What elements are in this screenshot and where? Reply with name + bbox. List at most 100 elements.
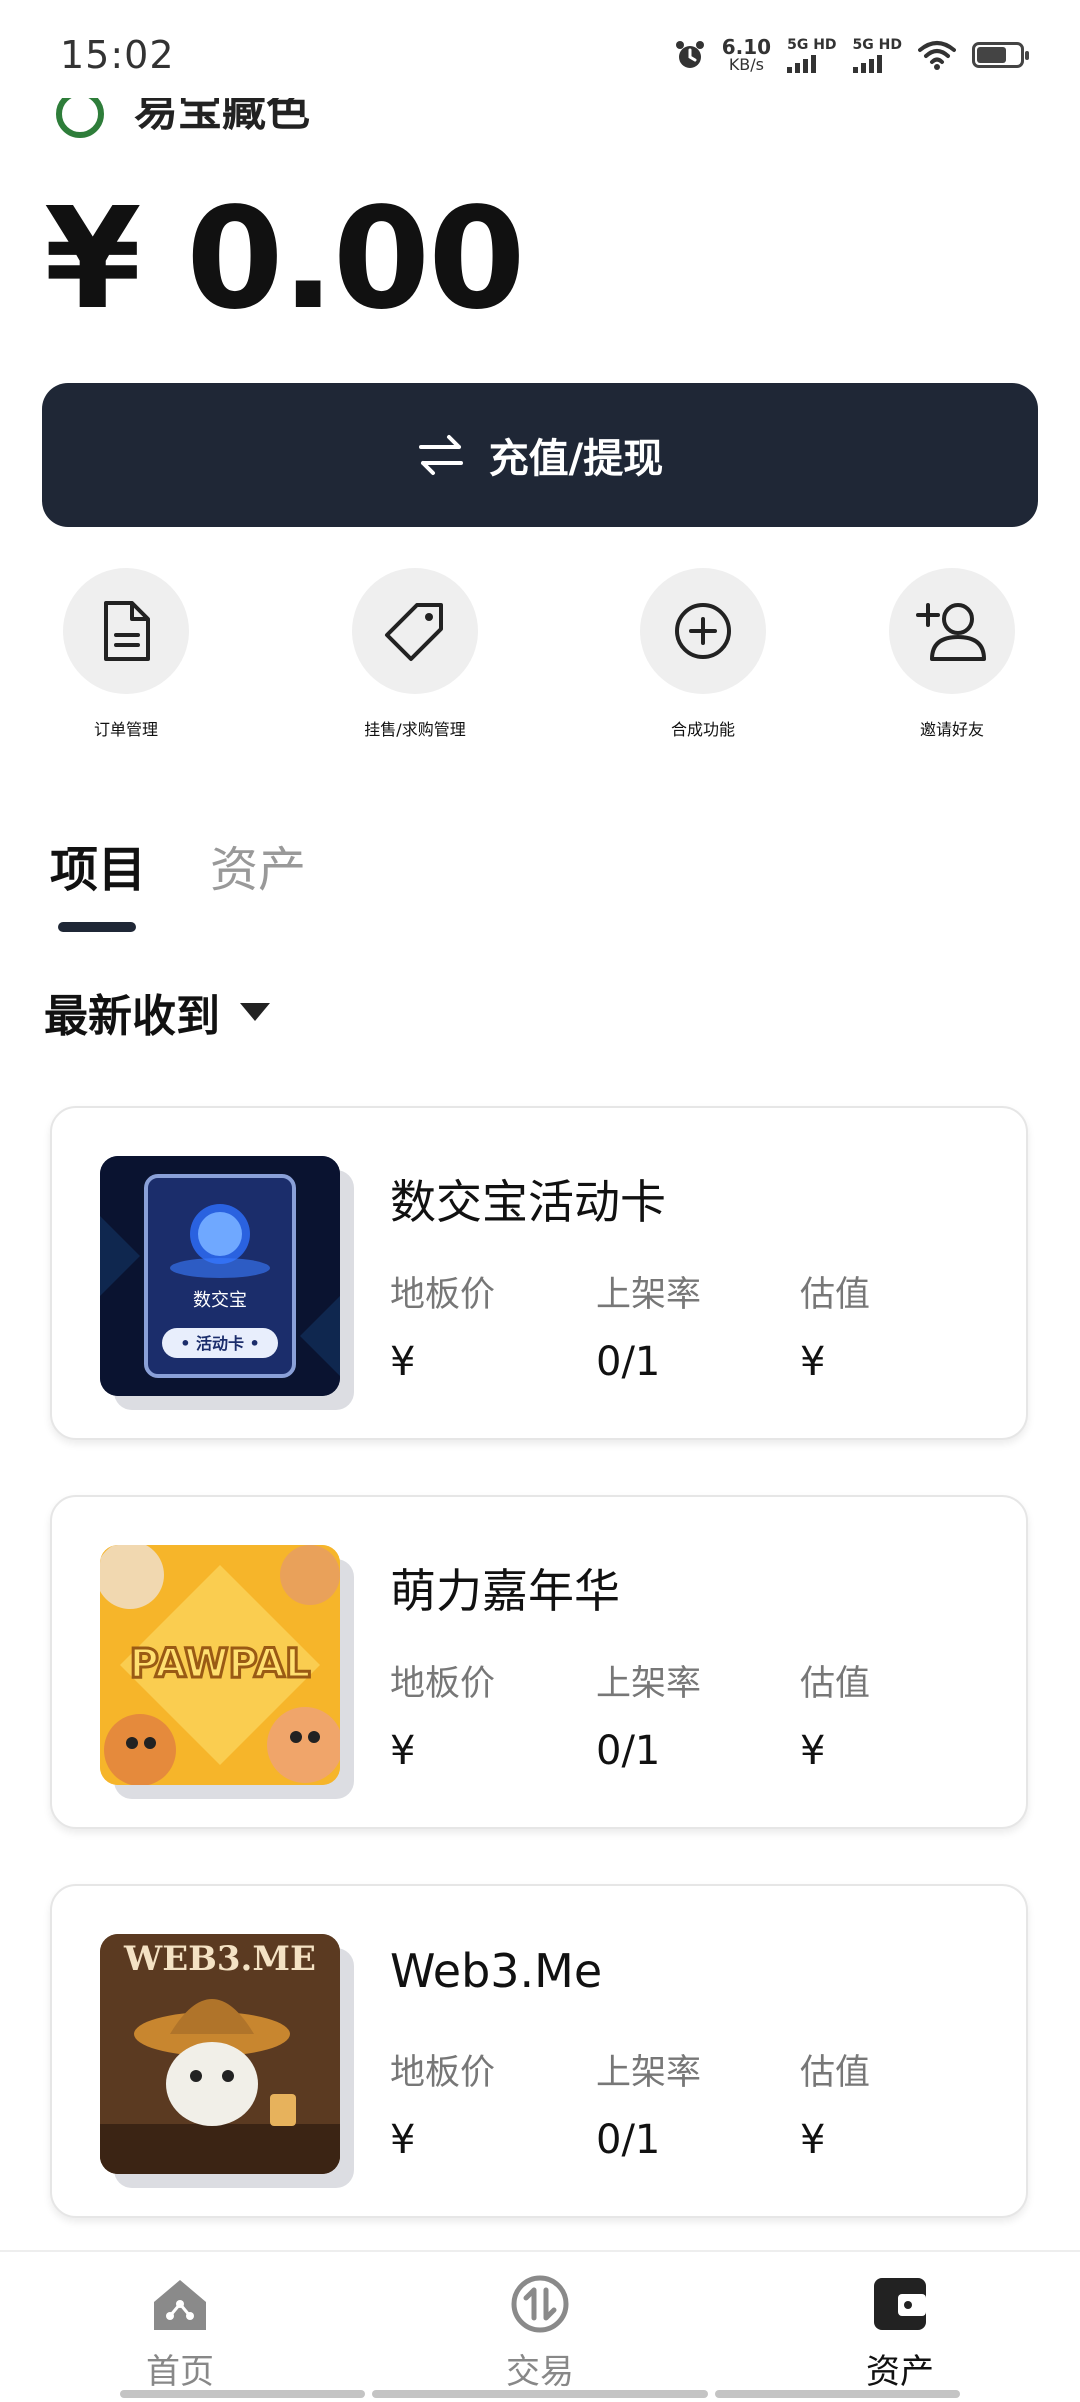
floor-price-value: ¥ (390, 1339, 416, 1385)
estimate-value: ¥ (800, 1339, 826, 1385)
synthesis-circle (640, 568, 766, 694)
invite-friends-circle (889, 568, 1015, 694)
home-icon (154, 2280, 206, 2330)
estimate: 估值 ¥ (800, 1655, 870, 1774)
listing-rate-label: 上架率 (596, 1664, 702, 1704)
status-icons: 6.10 KB/s 5G HD 5G HD (674, 36, 1029, 73)
card-thumbnail: WEB3.ME (100, 1934, 354, 2188)
brand-header: 易宝藏色 (56, 98, 310, 138)
signal-icon (852, 54, 882, 73)
estimate-value: ¥ (800, 1728, 826, 1774)
card-thumbnail: 数交宝 • 活动卡 • (100, 1156, 354, 1410)
pawpal-art: PAWPAL (100, 1545, 340, 1785)
battery-icon (972, 42, 1029, 68)
synthesis-button[interactable] (640, 568, 766, 694)
floor-price-label: 地板价 (390, 1275, 496, 1315)
thumb-text: PAWPAL (129, 1641, 310, 1687)
tab-bar: 项目 资产 (50, 830, 306, 900)
synthesis-label: 合成功能 (670, 720, 736, 739)
wallet-icon (874, 2278, 926, 2330)
floor-price-label: 地板价 (390, 1664, 496, 1704)
wifi-icon (918, 41, 956, 70)
listing-rate: 上架率 0/1 (596, 2044, 701, 2163)
collection-card[interactable]: WEB3.ME Web3.Me 地板价 ¥ 上架率 0/1 估值 ¥ (50, 1884, 1028, 2218)
estimate-label: 估值 (800, 1275, 871, 1315)
tag-icon (385, 603, 443, 661)
status-time: 15:02 (60, 33, 175, 77)
nav-home-label: 首页 (146, 2352, 214, 2392)
card-title: 萌力嘉年华 (390, 1564, 620, 1618)
thumb-text: 数交宝 (193, 1290, 247, 1311)
listing-rate: 上架率 0/1 (596, 1266, 701, 1385)
sim1-label: 5G HD (787, 36, 837, 53)
estimate-label: 估值 (800, 2053, 871, 2093)
bottom-nav: 首页 交易 资产 (0, 2250, 1080, 2402)
floor-price: 地板价 ¥ (390, 1266, 495, 1385)
sort-label: 最新收到 (44, 991, 220, 1042)
activity-card-art: 数交宝 • 活动卡 • (100, 1156, 340, 1396)
tab-projects[interactable]: 项目 (50, 830, 146, 900)
alarm-icon (675, 41, 704, 68)
tab-assets[interactable]: 资产 (210, 830, 306, 900)
brand-logo-icon (56, 98, 104, 138)
balance-amount: ¥ 0.00 (44, 178, 526, 341)
web3me-art: WEB3.ME (100, 1934, 340, 2174)
order-management-button[interactable] (63, 568, 189, 694)
card-thumbnail: PAWPAL (100, 1545, 354, 1799)
card-image: 数交宝 • 活动卡 • (100, 1156, 340, 1396)
listing-rate-value: 0/1 (596, 1728, 661, 1774)
listing-purchase-management-label: 挂售/求购管理 (364, 720, 466, 739)
caret-down-icon (240, 1003, 270, 1021)
invite-friends-label: 邀请好友 (919, 720, 985, 739)
battery-level (977, 47, 1006, 63)
plus-circle-icon (675, 603, 731, 659)
brand-name: 易宝藏色 (134, 98, 310, 136)
recharge-withdraw-label: 充值/提现 (488, 436, 664, 482)
exchange-icon (511, 2275, 569, 2333)
card-image: WEB3.ME (100, 1934, 340, 2174)
sort-dropdown[interactable]: 最新收到 (44, 980, 270, 1044)
listing-management-circle (352, 568, 478, 694)
order-management-circle (63, 568, 189, 694)
sim2-signal: 5G HD (852, 36, 902, 73)
card-title: Web3.Me (390, 1944, 603, 1998)
sim2-label: 5G HD (852, 36, 902, 53)
invite-friends-button[interactable] (889, 568, 1015, 694)
gesture-bar (715, 2390, 960, 2398)
collection-card[interactable]: PAWPAL 萌力嘉年华 地板价 ¥ 上架率 0/1 估值 ¥ (50, 1495, 1028, 1829)
listing-rate: 上架率 0/1 (596, 1655, 701, 1774)
status-bar: 15:02 6.10 KB/s 5G HD 5G HD (0, 0, 1080, 110)
net-speed-value: 6.10 (721, 35, 772, 59)
card-image: PAWPAL (100, 1545, 340, 1785)
floor-price-value: ¥ (390, 1728, 416, 1774)
collection-card[interactable]: 数交宝 • 活动卡 • 数交宝活动卡 地板价 ¥ 上架率 0/1 估值 ¥ (50, 1106, 1028, 1440)
listing-purchase-management-button[interactable] (352, 568, 478, 694)
sim1-signal: 5G HD (787, 36, 837, 73)
nav-home[interactable]: 首页 (0, 2274, 360, 2393)
net-speed: 6.10 KB/s (722, 37, 771, 73)
listing-rate-label: 上架率 (596, 2053, 702, 2093)
recharge-withdraw-button[interactable]: 充值/提现 (42, 383, 1038, 527)
gesture-bar (372, 2390, 708, 2398)
nav-assets[interactable]: 资产 (720, 2274, 1080, 2393)
listing-rate-label: 上架率 (596, 1275, 702, 1315)
floor-price-value: ¥ (390, 2117, 416, 2163)
thumb-text: WEB3.ME (123, 1939, 316, 1979)
nav-trade[interactable]: 交易 (360, 2274, 720, 2393)
order-management-label: 订单管理 (93, 720, 159, 739)
thumb-text: • 活动卡 • (180, 1334, 260, 1353)
swap-arrows-icon (418, 435, 463, 475)
listing-rate-value: 0/1 (596, 2117, 661, 2163)
add-user-icon (916, 603, 986, 661)
estimate-value: ¥ (800, 2117, 826, 2163)
floor-price: 地板价 ¥ (390, 1655, 495, 1774)
listing-rate-value: 0/1 (596, 1339, 661, 1385)
floor-price: 地板价 ¥ (390, 2044, 495, 2163)
quick-actions: 订单管理 挂售/求购管理 合成功能 邀请好友 (0, 568, 1080, 748)
signal-icon (787, 54, 817, 73)
card-title: 数交宝活动卡 (390, 1175, 666, 1229)
nav-assets-label: 资产 (866, 2352, 934, 2392)
estimate: 估值 ¥ (800, 1266, 870, 1385)
floor-price-label: 地板价 (390, 2053, 496, 2093)
tab-indicator (58, 922, 136, 932)
